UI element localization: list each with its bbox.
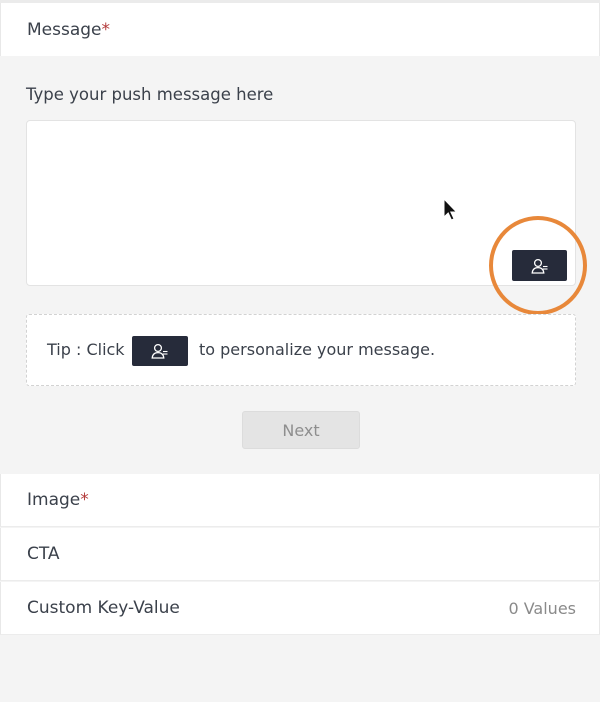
tip-prefix: Tip : Click bbox=[47, 340, 125, 359]
tip-suffix: to personalize your message. bbox=[199, 340, 436, 359]
message-panel: Type your push message here Tip : Click … bbox=[0, 56, 600, 474]
mouse-cursor-icon bbox=[443, 198, 458, 221]
tip-box: Tip : Click to personalize your message. bbox=[26, 314, 576, 386]
person-tag-icon bbox=[151, 343, 168, 359]
image-title-label: Image bbox=[27, 490, 81, 510]
required-asterisk: * bbox=[101, 20, 111, 40]
custom-key-value-count: 0 Values bbox=[508, 599, 576, 618]
person-tag-icon bbox=[530, 258, 547, 274]
message-title: Message* bbox=[27, 20, 110, 40]
footer-area bbox=[0, 635, 600, 702]
message-title-label: Message bbox=[27, 20, 102, 40]
custom-key-value-title: Custom Key-Value bbox=[27, 598, 180, 618]
message-section-header[interactable]: Message* bbox=[0, 3, 600, 56]
next-button[interactable]: Next bbox=[242, 411, 360, 449]
custom-key-value-section-row[interactable]: Custom Key-Value 0 Values bbox=[0, 582, 600, 635]
tip-personalize-icon-button bbox=[132, 336, 188, 366]
image-section-row[interactable]: Image* bbox=[0, 474, 600, 527]
required-asterisk: * bbox=[80, 490, 89, 510]
cta-title: CTA bbox=[27, 544, 60, 564]
message-placeholder-label: Type your push message here bbox=[26, 85, 274, 104]
personalize-button[interactable] bbox=[512, 250, 567, 281]
image-title: Image* bbox=[27, 490, 89, 510]
message-textarea[interactable] bbox=[26, 120, 576, 286]
cta-section-row[interactable]: CTA bbox=[0, 528, 600, 581]
